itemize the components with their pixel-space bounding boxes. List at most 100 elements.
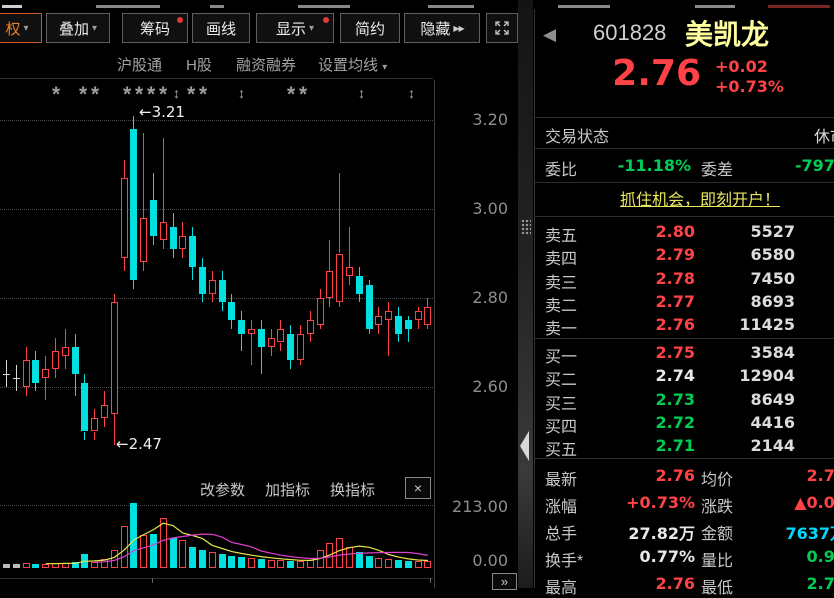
depth-price[interactable]: 2.80 (601, 222, 695, 241)
stat-value: 0.97 (746, 547, 834, 566)
toggle-hgt[interactable]: 沪股通 (117, 54, 162, 75)
candle-wick (251, 334, 252, 365)
splitter-grip-icon (521, 219, 531, 235)
candle-body (415, 311, 422, 320)
candle-wick (310, 334, 311, 343)
candle-body (258, 329, 265, 347)
depth-price[interactable]: 2.77 (601, 292, 695, 311)
panel-splitter[interactable] (518, 0, 533, 588)
event-marker-icon: * (187, 88, 195, 102)
volume-bar (248, 558, 255, 568)
stat-value: 2.76 (746, 466, 834, 485)
display-button[interactable]: 显示▾ (256, 13, 334, 43)
candle-wick (339, 173, 340, 253)
expand-arrows-icon (494, 20, 510, 36)
volume-bar (72, 562, 79, 568)
depth-price[interactable]: 2.71 (601, 436, 695, 455)
draw-line-button[interactable]: 画线 (192, 13, 250, 43)
buy-row[interactable]: 买四2.724416 (535, 411, 834, 434)
candle-body (297, 334, 304, 361)
volume-bar (101, 559, 108, 568)
depth-price[interactable]: 2.73 (601, 390, 695, 409)
sell-row[interactable]: 卖四2.796580 (535, 243, 834, 266)
depth-volume: 8693 (701, 292, 795, 311)
axis-tick (152, 578, 153, 583)
event-marker-icon: ↕ (173, 86, 180, 100)
switch-indicator-button[interactable]: 换指标 (330, 479, 375, 500)
sell-row[interactable]: 卖二2.778693 (535, 290, 834, 313)
toggle-margin[interactable]: 融资融券 (236, 54, 296, 75)
candle-wick (163, 240, 164, 249)
close-indicator-icon[interactable]: × (405, 477, 431, 499)
event-marker-icon: * (91, 88, 99, 102)
open-account-link[interactable]: 抓住机会，即刻开户！ (545, 186, 834, 210)
stat-row: 总手27.82万金额7637万 (535, 516, 834, 543)
volume-bar (13, 564, 20, 568)
volume-bar (366, 556, 373, 568)
separator (535, 182, 834, 183)
change-params-button[interactable]: 改参数 (200, 479, 245, 500)
stat-label: 涨幅 (545, 493, 577, 517)
depth-price[interactable]: 2.72 (601, 413, 695, 432)
candle-body (209, 280, 216, 293)
volume-bar (81, 554, 88, 568)
more-indicators-icon[interactable]: » (492, 573, 517, 590)
volume-bar (415, 561, 422, 568)
collapse-panel-icon[interactable] (520, 431, 529, 461)
sell-row[interactable]: 卖三2.787450 (535, 267, 834, 290)
depth-label: 买五 (545, 436, 577, 460)
candle-wick (398, 307, 399, 316)
overlay-button[interactable]: 叠加▾ (46, 13, 110, 43)
candle-body (42, 369, 49, 378)
depth-price[interactable]: 2.79 (601, 245, 695, 264)
depth-price[interactable]: 2.75 (601, 343, 695, 362)
fuquan-button[interactable]: 权▾ (0, 13, 42, 43)
candle-wick (75, 374, 76, 396)
buy-row[interactable]: 买五2.712144 (535, 434, 834, 457)
candle-wick (202, 258, 203, 267)
event-marker-icon: * (123, 88, 131, 102)
candle-wick (26, 387, 27, 396)
volume-bar (111, 550, 118, 568)
candle-body (277, 329, 284, 342)
notification-dot-icon (323, 17, 329, 23)
candle-wick (280, 320, 281, 329)
volume-bar (179, 540, 186, 568)
depth-price[interactable]: 2.76 (601, 315, 695, 334)
event-marker-icon: * (299, 88, 307, 102)
candle-body (170, 227, 177, 249)
chart-bottom-axis (0, 578, 433, 579)
sell-row[interactable]: 卖一2.7611425 (535, 313, 834, 336)
depth-price[interactable]: 2.78 (601, 269, 695, 288)
fullscreen-button[interactable] (486, 13, 518, 43)
candle-wick (84, 432, 85, 441)
back-arrow-icon[interactable]: ◀ (543, 25, 556, 45)
stat-value: 0.77% (595, 547, 695, 566)
hide-button[interactable]: 隐藏▶▶ (404, 13, 480, 43)
candle-body (91, 418, 98, 431)
volume-bar (189, 547, 196, 568)
depth-price[interactable]: 2.74 (601, 366, 695, 385)
sell-row[interactable]: 卖五2.805527 (535, 220, 834, 243)
chevron-down-icon: ▾ (92, 23, 97, 34)
add-indicator-button[interactable]: 加指标 (265, 479, 310, 500)
buy-row[interactable]: 买二2.7412904 (535, 364, 834, 387)
candle-body (23, 360, 30, 387)
buy-row[interactable]: 买三2.738649 (535, 388, 834, 411)
price-axis-label: 2.60 (436, 377, 508, 396)
chevron-down-icon: ▾ (309, 23, 314, 34)
toggle-hshare[interactable]: H股 (186, 54, 212, 75)
simple-mode-button[interactable]: 简约 (340, 13, 400, 43)
depth-volume: 3584 (701, 343, 795, 362)
candle-body (228, 302, 235, 320)
ma-settings-dropdown[interactable]: 设置均线 ▾ (318, 54, 387, 75)
buy-row[interactable]: 买一2.753584 (535, 341, 834, 364)
candle-body (179, 236, 186, 249)
depth-volume: 12904 (701, 366, 795, 385)
volume-bar (91, 562, 98, 568)
volume-bar (268, 560, 275, 568)
candle-wick (153, 236, 154, 245)
depth-volume: 11425 (701, 315, 795, 334)
depth-volume: 6580 (701, 245, 795, 264)
chips-button[interactable]: 筹码 (122, 13, 188, 43)
